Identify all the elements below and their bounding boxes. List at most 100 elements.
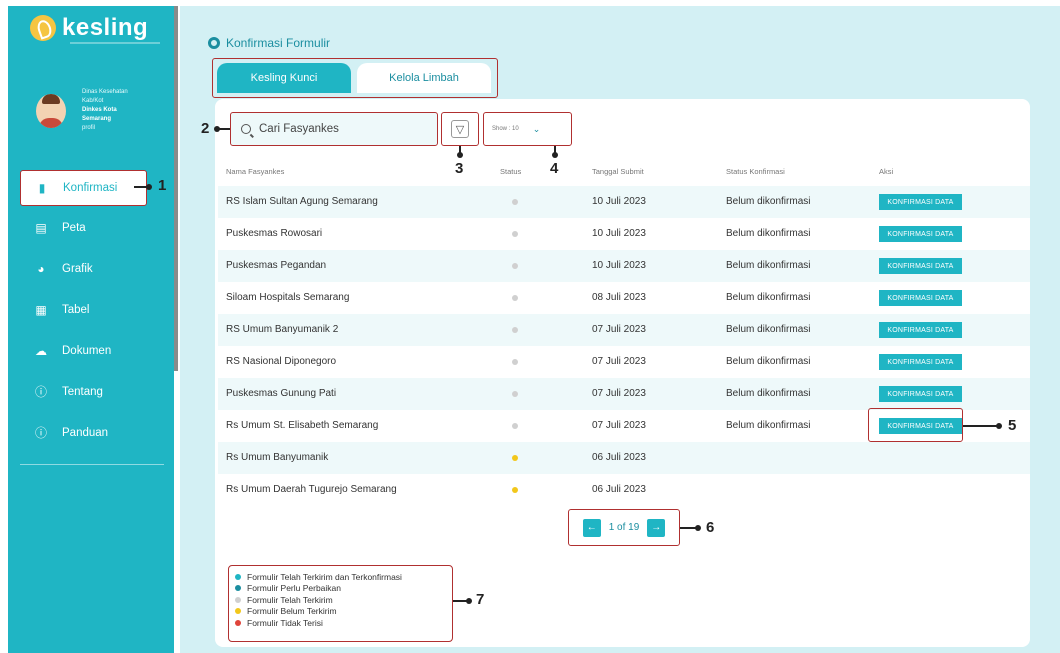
sidebar-nav: ▮ Konfirmasi ▤ Peta ◕ Grafik ▦ Tabel ☁ D… [8,166,174,453]
chart-icon: ◕ [37,261,45,276]
cell-facility-name: Puskesmas Pegandan [226,260,327,271]
cell-facility-name: Puskesmas Rowosari [226,228,323,239]
user-profile[interactable]: Dinas Kesehatan Kab/Kot Dinkes Kota Sema… [36,88,128,133]
sidebar-item-label: Dokumen [62,344,112,357]
cell-confirm-status: Belum dikonfirmasi [726,292,811,303]
sidebar-item-konfirmasi[interactable]: ▮ Konfirmasi [20,170,147,206]
tab-kelola-limbah[interactable]: Kelola Limbah [357,63,491,93]
page-title-text: Konfirmasi Formulir [226,36,331,50]
sidebar-item-panduan[interactable]: ⓘ Panduan [8,412,174,453]
info-icon: ⓘ [34,426,47,440]
cell-submit-date: 10 Juli 2023 [592,228,646,239]
callout-dot [695,525,701,531]
callout-label-3: 3 [455,160,464,177]
sidebar-scrollbar[interactable] [174,6,178,371]
app-logo[interactable]: kesling [30,14,148,42]
cell-facility-name: Rs Umum St. Elisabeth Semarang [226,420,379,431]
legend-label: Formulir Tidak Terisi [247,617,323,628]
confirm-data-button[interactable]: KONFIRMASI DATA [879,354,962,370]
table-row[interactable]: RS Islam Sultan Agung Semarang 10 Juli 20… [218,186,1030,218]
sidebar-item-dokumen[interactable]: ☁ Dokumen [8,330,174,371]
table-row[interactable]: Rs Umum Daerah Tugurejo Semarang 06 Juli … [218,474,1030,506]
avatar [36,93,66,128]
callout-label-7: 7 [476,591,485,608]
legend-dot-icon [235,573,241,580]
status-dot [512,295,518,301]
status-dot [512,359,518,365]
sidebar-item-peta[interactable]: ▤ Peta [8,207,174,248]
next-page-button[interactable]: → [647,518,666,537]
legend-item: Formulir Telah Terkirim dan Terkonfirmas… [235,571,446,583]
profile-link[interactable]: profil [82,124,128,133]
confirm-icon: ▮ [38,181,46,195]
cell-facility-name: Puskesmas Gunung Pati [226,388,337,399]
app-root: kesling Dinas Kesehatan Kab/Kot Dinkes K… [0,0,1060,653]
profile-line: Semarang [82,116,112,122]
legend-item: Formulir Tidak Terisi [235,617,446,629]
column-header[interactable]: Tanggal Submit [592,167,644,176]
table-row[interactable]: Puskesmas Pegandan 10 Juli 2023 Belum diko… [218,250,1030,282]
column-header[interactable]: Nama Fasyankes [226,167,284,176]
status-legend: Formulir Telah Terkirim dan Terkonfirmas… [228,565,453,642]
search-input[interactable]: Cari Fasyankes [230,112,438,146]
confirm-data-button[interactable]: KONFIRMASI DATA [879,226,962,242]
confirm-data-button[interactable]: KONFIRMASI DATA [879,258,962,274]
callout-label-1: 1 [158,177,167,194]
confirm-data-button[interactable]: KONFIRMASI DATA [879,194,962,210]
legend-dot-icon [235,619,241,626]
sidebar-item-label: Grafik [62,262,93,275]
highlight-box [868,408,963,442]
cell-submit-date: 07 Juli 2023 [592,388,646,399]
confirm-data-button[interactable]: KONFIRMASI DATA [879,386,962,402]
cell-facility-name: Siloam Hospitals Semarang [226,292,350,303]
profile-line: Kab/Kot [82,98,104,104]
table-icon: ▦ [35,302,47,317]
table-row[interactable]: RS Nasional Diponegoro 07 Juli 2023 Belum … [218,346,1030,378]
map-icon: ▤ [35,220,47,235]
leaf-logo-icon [30,15,56,41]
sidebar-item-tentang[interactable]: ⓘ Tentang [8,371,174,412]
table-row[interactable]: Rs Umum Banyumanik 06 Juli 2023 [218,442,1030,474]
status-dot [512,487,518,493]
table-row[interactable]: Puskesmas Rowosari 10 Juli 2023 Belum diko… [218,218,1030,250]
page-title: Konfirmasi Formulir [208,36,330,50]
cell-submit-date: 08 Juli 2023 [592,292,646,303]
prev-page-button[interactable]: ← [582,518,601,537]
legend-item: Formulir Belum Terkirim [235,606,446,618]
show-entries-select[interactable]: Show : 10 ⌄ [483,112,572,146]
column-header[interactable]: Status Konfirmasi [726,167,785,176]
confirm-data-button[interactable]: KONFIRMASI DATA [879,290,962,306]
callout-dot [457,152,463,158]
table-body: RS Islam Sultan Agung Semarang 10 Juli 20… [218,186,1030,506]
sidebar-item-grafik[interactable]: ◕ Grafik [8,248,174,289]
tab-kesling-kunci[interactable]: Kesling Kunci [217,63,351,93]
column-header[interactable]: Aksi [879,167,893,176]
page-indicator: 1 of 19 [608,522,640,533]
search-placeholder: Cari Fasyankes [259,123,339,135]
callout-label-4: 4 [550,160,559,177]
cell-facility-name: RS Umum Banyumanik 2 [226,324,339,335]
callout-dot [996,423,1002,429]
status-dot [512,391,518,397]
legend-item: Formulir Perlu Perbaikan [235,583,446,595]
table-row[interactable]: Puskesmas Gunung Pati 07 Juli 2023 Belum d… [218,378,1030,410]
cell-confirm-status: Belum dikonfirmasi [726,420,811,431]
cell-facility-name: Rs Umum Banyumanik [226,452,329,463]
document-icon: ☁ [35,343,47,358]
column-header[interactable]: Status [500,167,521,176]
cell-facility-name: RS Nasional Diponegoro [226,356,337,367]
chevron-down-icon: ⌄ [532,123,541,134]
sidebar-divider [20,464,164,465]
cell-facility-name: RS Islam Sultan Agung Semarang [226,196,378,207]
legend-dot-icon [235,608,241,615]
filter-button[interactable]: ▽ [441,112,479,146]
legend-item: Formulir Telah Terkirim [235,594,446,606]
table-row[interactable]: Siloam Hospitals Semarang 08 Juli 2023 Bel… [218,282,1030,314]
table-row[interactable]: RS Umum Banyumanik 2 07 Juli 2023 Belum di… [218,314,1030,346]
legend-label: Formulir Telah Terkirim [247,594,333,605]
sidebar-item-tabel[interactable]: ▦ Tabel [8,289,174,330]
confirm-data-button[interactable]: KONFIRMASI DATA [879,322,962,338]
callout-label-5: 5 [1008,417,1017,434]
status-dot [512,423,518,429]
cell-facility-name: Rs Umum Daerah Tugurejo Semarang [226,484,397,495]
